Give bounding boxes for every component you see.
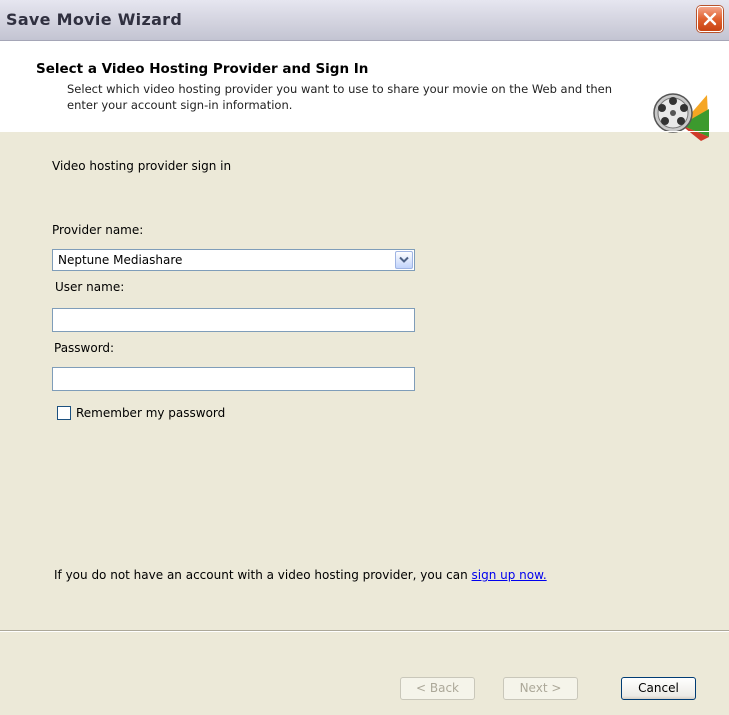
remember-password-checkbox[interactable]	[57, 406, 71, 420]
password-input[interactable]	[52, 367, 415, 391]
cancel-button[interactable]: Cancel	[621, 677, 696, 700]
header-title: Select a Video Hosting Provider and Sign…	[36, 61, 369, 77]
remember-password-label[interactable]: Remember my password	[76, 406, 225, 420]
title-bar[interactable]: Save Movie Wizard	[0, 0, 729, 41]
next-button[interactable]: Next >	[503, 677, 578, 700]
signup-prompt: If you do not have an account with a vid…	[54, 568, 547, 582]
film-reel-icon	[653, 93, 709, 141]
signup-text: If you do not have an account with a vid…	[54, 568, 472, 582]
provider-value: Neptune Mediashare	[58, 253, 183, 267]
wizard-header: Select a Video Hosting Provider and Sign…	[0, 41, 729, 141]
chevron-down-icon	[399, 256, 409, 263]
back-button[interactable]: < Back	[400, 677, 475, 700]
header-description: Select which video hosting provider you …	[67, 82, 612, 112]
provider-label: Provider name:	[52, 223, 144, 237]
close-button[interactable]	[697, 6, 723, 32]
close-icon	[703, 12, 717, 26]
provider-select[interactable]: Neptune Mediashare	[52, 249, 415, 271]
provider-dropdown-button[interactable]	[395, 251, 413, 269]
header-separator	[0, 131, 729, 132]
username-input[interactable]	[52, 308, 415, 332]
username-label: User name:	[55, 280, 125, 294]
footer-separator	[0, 630, 729, 631]
section-label: Video hosting provider sign in	[52, 159, 232, 173]
window-title: Save Movie Wizard	[6, 10, 183, 29]
password-label: Password:	[54, 341, 115, 355]
sign-up-link[interactable]: sign up now.	[472, 568, 547, 582]
